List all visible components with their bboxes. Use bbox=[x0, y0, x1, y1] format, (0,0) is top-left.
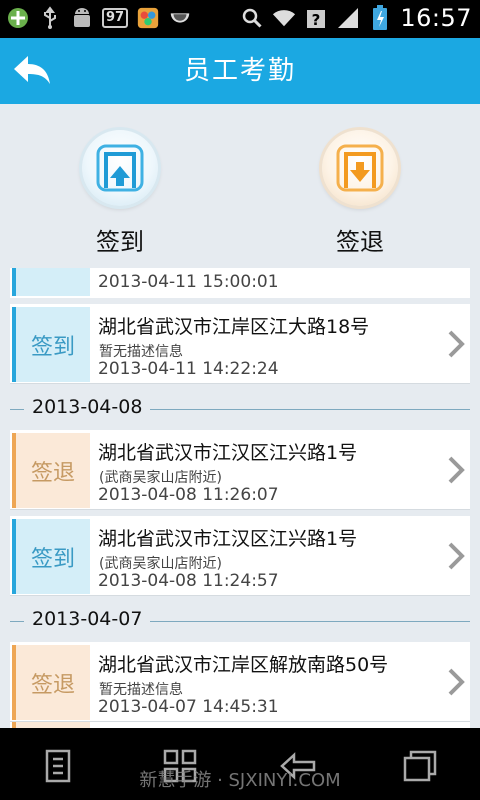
title-bar: 员工考勤 bbox=[0, 38, 480, 104]
search-icon bbox=[240, 5, 264, 31]
check-out-icon bbox=[322, 130, 398, 206]
record-card[interactable]: 签到 湖北省武汉市江岸区江大路18号暂无描述信息 2013-04-11 14:22:… bbox=[10, 304, 470, 384]
unknown-network-icon: ? bbox=[304, 5, 328, 31]
check-actions: 签到 签退 bbox=[0, 104, 480, 268]
record-type-strip bbox=[12, 268, 90, 296]
back-button[interactable] bbox=[8, 50, 56, 92]
record-type-tag: 签到 bbox=[12, 519, 90, 594]
status-bar: 97 ? 16:57 bbox=[0, 0, 480, 38]
battery-charging-icon bbox=[368, 5, 392, 31]
record-time: 2013-04-11 15:00:01 bbox=[98, 272, 279, 292]
record-description: (武商吴家山店附近) bbox=[99, 556, 222, 572]
date-group-label: 2013-04-07 bbox=[24, 608, 151, 630]
attendance-record-list[interactable]: 2013-04-11 15:00:01 签到 湖北省武汉市江岸区江大路18号 暂无描… bbox=[0, 268, 480, 728]
back-arrow-icon bbox=[14, 56, 50, 84]
signal-icon bbox=[336, 5, 360, 31]
chevron-right-icon bbox=[446, 456, 466, 484]
check-out-button[interactable]: 签退 bbox=[300, 130, 420, 257]
chevron-right-icon bbox=[446, 330, 466, 358]
check-in-label: 签到 bbox=[96, 228, 144, 256]
record-description: 暂无描述信息 bbox=[99, 682, 183, 698]
record-time: 2013-04-07 14:45:31 bbox=[98, 697, 279, 717]
record-time: 2013-04-08 11:24:57 bbox=[98, 571, 279, 591]
date-group-label: 2013-04-08 bbox=[24, 396, 151, 418]
record-description: 暂无描述信息 bbox=[99, 344, 183, 360]
record-type-tag: 签退 bbox=[12, 433, 90, 508]
record-card[interactable]: 签退 湖北省武汉市江汉区江兴路1号 (武商吴家山店附近) 2013-04-08 11:… bbox=[10, 430, 470, 510]
page-title: 员工考勤 bbox=[183, 56, 296, 86]
usb-icon bbox=[38, 5, 62, 31]
record-card[interactable]: 签到 湖北省武汉市江汉区江兴路1号 (武商吴家山店附近) 2013-04-08 11:… bbox=[10, 516, 470, 596]
record-time: 2013-04-08 11:26:07 bbox=[98, 485, 279, 505]
record-card-partial[interactable]: 2013-04-11 15:00:01 bbox=[10, 268, 470, 298]
check-out-label: 签退 bbox=[336, 228, 384, 256]
check-in-button[interactable]: 签到 bbox=[60, 130, 180, 257]
record-address: 湖北省武汉市江汉区江兴路1号 bbox=[98, 528, 358, 550]
check-in-icon bbox=[82, 130, 158, 206]
record-address: 湖北省武汉市江汉区江兴路1号 bbox=[98, 442, 358, 464]
date-group-header: 2013-04-07 bbox=[0, 602, 480, 640]
record-address: 湖北省武汉市江岸区江大路18号 bbox=[98, 316, 370, 338]
photo-app-icon bbox=[136, 5, 160, 31]
battery-level-badge: 97 bbox=[102, 8, 129, 28]
record-card[interactable]: 签退 湖北省武汉市江岸区解放南路50号暂无描述信息 2013-04-07 14:45… bbox=[10, 642, 470, 722]
record-address: 湖北省武汉市江岸区解放南路50号 bbox=[98, 654, 389, 676]
record-type-tag: 签退 bbox=[12, 645, 90, 720]
system-nav-bar: 新慧手游 · SJXINYI.COM bbox=[0, 728, 480, 800]
record-time: 2013-04-11 14:22:24 bbox=[98, 359, 279, 379]
record-type-tag: 签到 bbox=[12, 307, 90, 382]
record-description: (武商吴家山店附近) bbox=[99, 470, 222, 486]
chevron-right-icon bbox=[446, 668, 466, 696]
app-notification-icon bbox=[6, 5, 30, 31]
wifi-icon bbox=[272, 5, 296, 31]
svg-text:?: ? bbox=[312, 11, 321, 29]
watermelon-app-icon bbox=[168, 5, 192, 31]
clock: 16:57 bbox=[400, 4, 472, 32]
android-debug-icon bbox=[70, 5, 94, 31]
chevron-right-icon bbox=[446, 542, 466, 570]
watermark-text: 新慧手游 · SJXINYI.COM bbox=[139, 770, 341, 791]
date-group-header: 2013-04-08 bbox=[0, 390, 480, 428]
